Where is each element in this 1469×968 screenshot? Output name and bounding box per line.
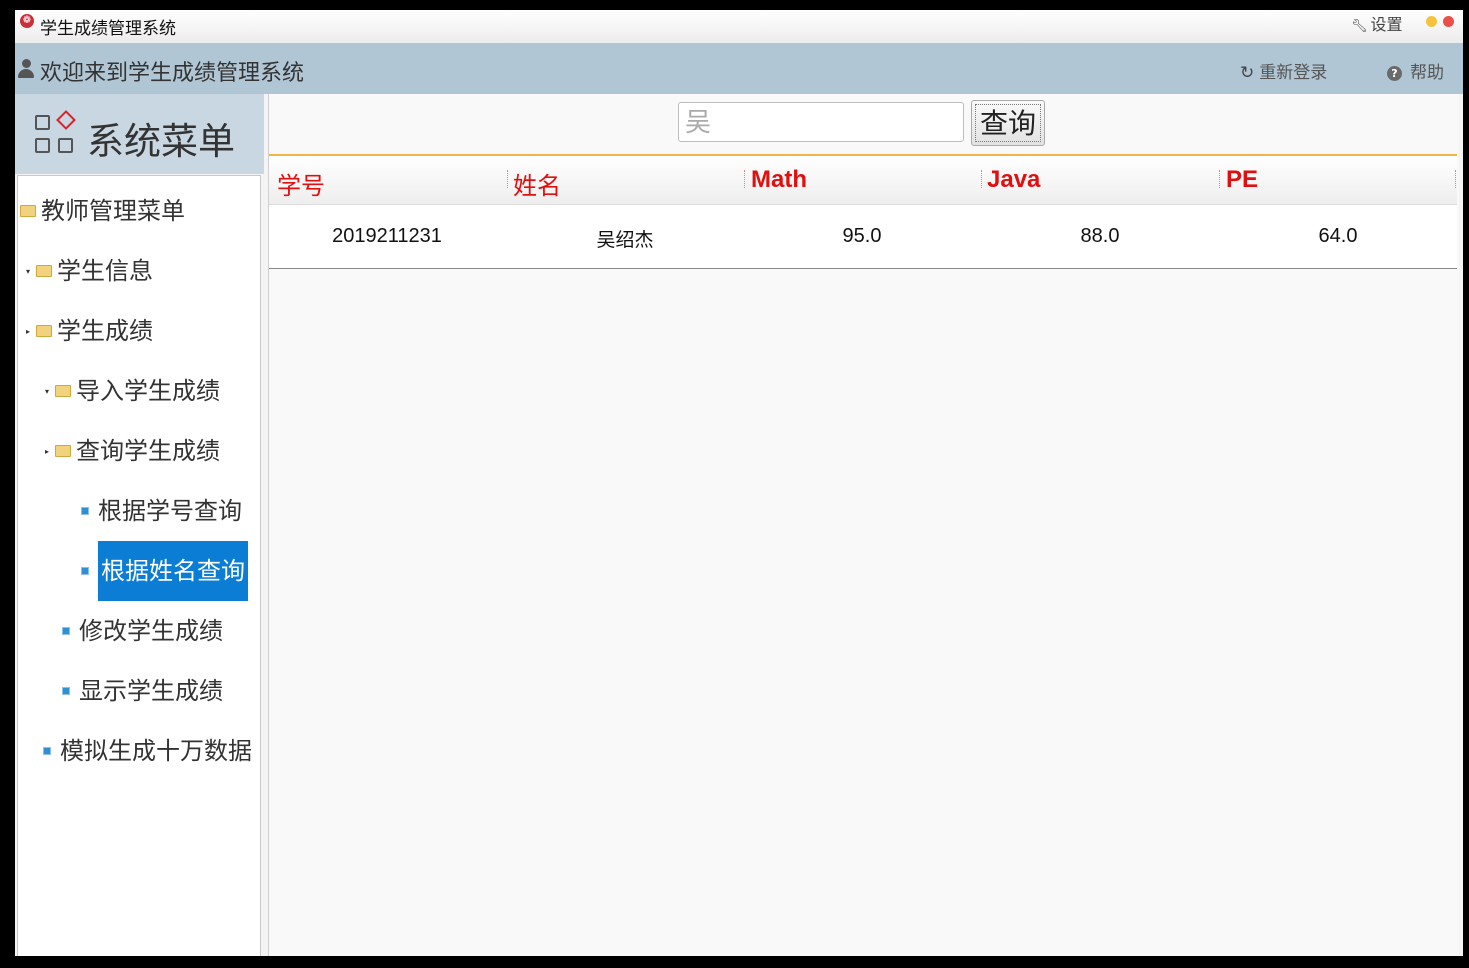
collapse-arrow-icon[interactable]: ▸ bbox=[26, 302, 36, 362]
wrench-icon: 🔧︎ bbox=[1351, 19, 1368, 34]
tree-item-label: 学生成绩 bbox=[57, 317, 153, 345]
leaf-icon bbox=[81, 567, 89, 575]
expand-arrow-icon[interactable]: ▾ bbox=[45, 362, 55, 422]
table-header: 学号 姓名 Math Java PE bbox=[269, 154, 1457, 205]
table-row[interactable]: 2019211231 吴绍杰 95.0 88.0 64.0 bbox=[269, 205, 1457, 269]
column-header-pe[interactable]: PE bbox=[1226, 166, 1258, 194]
help-label: 帮助 bbox=[1410, 63, 1444, 83]
folder-icon bbox=[55, 385, 71, 397]
close-icon[interactable] bbox=[1443, 16, 1454, 27]
tree-item-label: 根据姓名查询 bbox=[98, 541, 248, 601]
tree-item-label: 根据学号查询 bbox=[98, 497, 242, 525]
tree-item-query-by-id[interactable]: 根据学号查询 bbox=[81, 481, 242, 541]
refresh-icon: ↻ bbox=[1240, 63, 1255, 83]
column-divider[interactable] bbox=[1455, 170, 1457, 188]
settings-button[interactable]: 🔧︎ 设置 bbox=[1351, 11, 1403, 35]
column-header-java[interactable]: Java bbox=[987, 166, 1040, 194]
relogin-label: 重新登录 bbox=[1259, 63, 1328, 83]
leaf-icon bbox=[62, 627, 70, 635]
tree-item-student-info[interactable]: ▾ 学生信息 bbox=[26, 241, 153, 301]
search-button[interactable]: 查询 bbox=[971, 100, 1045, 146]
tree-item-generate-data[interactable]: 模拟生成十万数据 bbox=[43, 721, 252, 781]
relogin-button[interactable]: ↻ 重新登录 bbox=[1240, 58, 1327, 83]
column-header-name[interactable]: 姓名 bbox=[513, 166, 561, 201]
column-divider[interactable] bbox=[507, 170, 509, 188]
app-window: ❁ 学生成绩管理系统 🔧︎ 设置 欢迎来到学生成绩管理系统 ↻ 重新登录 ? 帮助 系… bbox=[15, 10, 1463, 956]
search-button-label: 查询 bbox=[975, 104, 1041, 142]
sidebar-title: 系统菜单 bbox=[87, 120, 235, 163]
column-header-math[interactable]: Math bbox=[751, 166, 807, 194]
collapse-arrow-icon[interactable]: ▸ bbox=[45, 422, 55, 482]
search-input[interactable]: 吴 bbox=[678, 102, 964, 142]
title-bar: ❁ 学生成绩管理系统 🔧︎ 设置 bbox=[15, 10, 1463, 44]
help-icon: ? bbox=[1387, 66, 1402, 81]
cell-id: 2019211231 bbox=[332, 225, 442, 247]
tree-item-label: 教师管理菜单 bbox=[41, 197, 185, 225]
results-table: 学号 姓名 Math Java PE 2019211231 吴绍杰 95.0 8… bbox=[269, 154, 1457, 269]
tree-item-label: 导入学生成绩 bbox=[76, 377, 220, 405]
user-icon bbox=[17, 59, 35, 79]
sidebar-header: 系统菜单 bbox=[15, 94, 264, 174]
leaf-icon bbox=[81, 507, 89, 515]
column-header-id[interactable]: 学号 bbox=[277, 166, 325, 201]
tree-item-student-grades[interactable]: ▸ 学生成绩 bbox=[26, 301, 153, 361]
tree-item-label: 查询学生成绩 bbox=[76, 437, 220, 465]
tree-item-teacher-menu[interactable]: 教师管理菜单 bbox=[20, 181, 185, 241]
tree-item-edit-grades[interactable]: 修改学生成绩 bbox=[62, 601, 223, 661]
tree-item-show-grades[interactable]: 显示学生成绩 bbox=[62, 661, 223, 721]
menu-grid-icon bbox=[35, 110, 77, 155]
cell-java: 88.0 bbox=[1080, 225, 1120, 247]
tree-item-label: 模拟生成十万数据 bbox=[60, 737, 252, 765]
header-bar: 欢迎来到学生成绩管理系统 ↻ 重新登录 ? 帮助 bbox=[15, 43, 1463, 94]
expand-arrow-icon[interactable]: ▾ bbox=[26, 242, 36, 302]
minimize-icon[interactable] bbox=[1426, 16, 1437, 27]
folder-icon bbox=[55, 445, 71, 457]
folder-icon bbox=[36, 325, 52, 337]
cell-name: 吴绍杰 bbox=[596, 229, 654, 251]
folder-icon bbox=[36, 265, 52, 277]
folder-icon bbox=[20, 205, 36, 217]
window-title: 学生成绩管理系统 bbox=[40, 19, 176, 39]
tree-item-import-grades[interactable]: ▾ 导入学生成绩 bbox=[45, 361, 220, 421]
column-divider[interactable] bbox=[981, 170, 983, 188]
help-button[interactable]: ? 帮助 bbox=[1387, 58, 1444, 83]
leaf-icon bbox=[62, 687, 70, 695]
column-divider[interactable] bbox=[1219, 170, 1221, 188]
tree-item-label: 修改学生成绩 bbox=[79, 617, 223, 645]
app-icon: ❁ bbox=[20, 14, 34, 28]
column-divider[interactable] bbox=[744, 170, 746, 188]
settings-label: 设置 bbox=[1370, 15, 1403, 34]
cell-pe: 64.0 bbox=[1318, 225, 1358, 247]
welcome-text: 欢迎来到学生成绩管理系统 bbox=[40, 61, 305, 86]
leaf-icon bbox=[43, 747, 51, 755]
sidebar-tree: 教师管理菜单 ▾ 学生信息 ▸ 学生成绩 ▾ 导入学生成绩 ▸ 查询学生成绩 根据学号查… bbox=[17, 175, 261, 956]
main-content: 吴 查询 学号 姓名 Math Java PE 2019211231 吴绍杰 9… bbox=[268, 94, 1459, 956]
tree-item-label: 学生信息 bbox=[57, 257, 153, 285]
tree-item-query-by-name[interactable]: 根据姓名查询 bbox=[81, 541, 248, 601]
tree-item-label: 显示学生成绩 bbox=[79, 677, 223, 705]
cell-math: 95.0 bbox=[842, 225, 882, 247]
tree-item-query-grades[interactable]: ▸ 查询学生成绩 bbox=[45, 421, 220, 481]
